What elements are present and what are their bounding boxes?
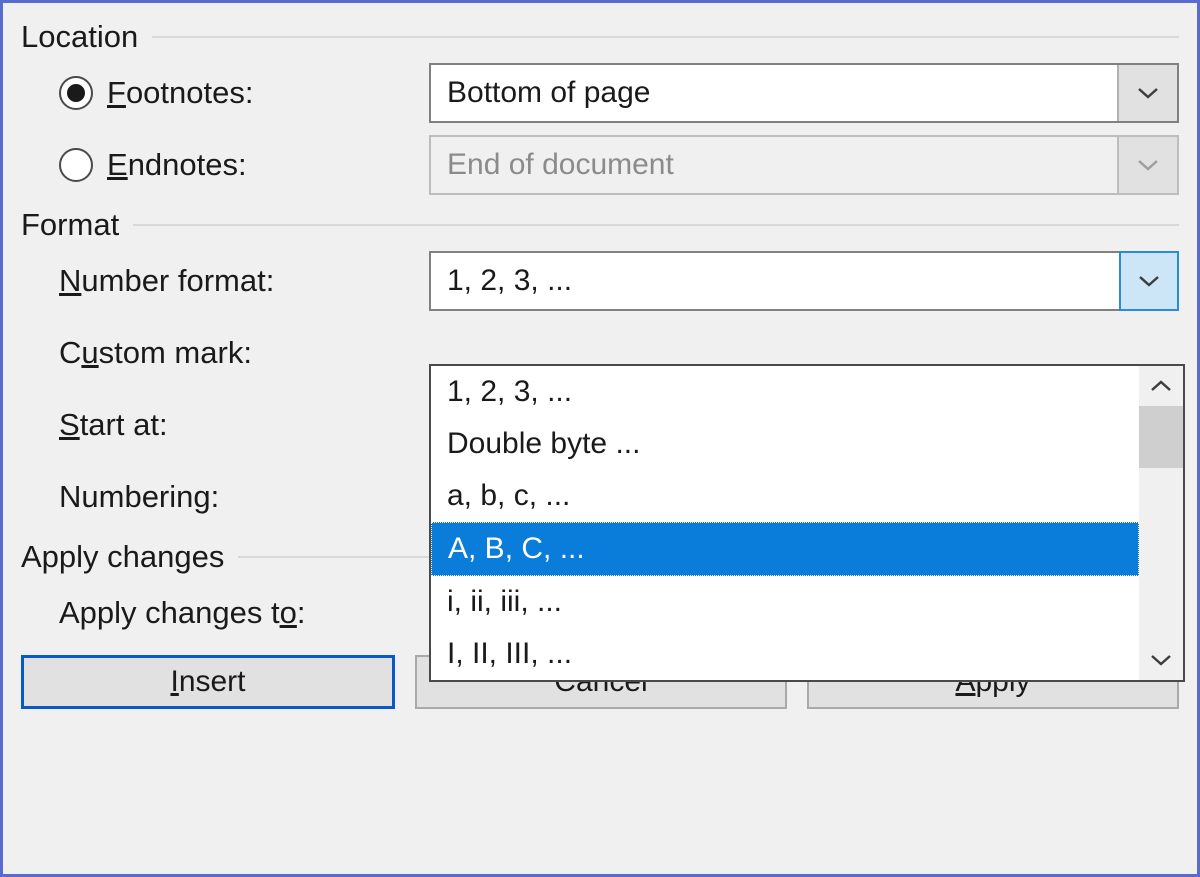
- section-format-label: Format: [21, 207, 133, 243]
- endnotes-label: Endnotes:: [107, 147, 247, 183]
- number-format-label: Number format:: [59, 263, 274, 299]
- endnotes-location-combo: End of document: [429, 135, 1179, 195]
- footnote-endnote-dialog: Location Footnotes: Bottom of page Endno…: [0, 0, 1200, 877]
- number-format-row: Number format: 1, 2, 3, ...: [21, 251, 1179, 311]
- section-location-label: Location: [21, 19, 152, 55]
- scroll-track[interactable]: [1139, 468, 1183, 640]
- chevron-down-icon[interactable]: [1119, 251, 1179, 311]
- dropdown-item[interactable]: i, ii, iii, ...: [431, 576, 1139, 628]
- endnotes-row: Endnotes: End of document: [21, 135, 1179, 195]
- footnotes-label: Footnotes:: [107, 75, 253, 111]
- section-location: Location: [21, 19, 1179, 55]
- divider: [133, 224, 1179, 226]
- footnotes-radio[interactable]: [59, 76, 93, 110]
- insert-button[interactable]: Insert: [21, 655, 395, 709]
- dropdown-item[interactable]: 1, 2, 3, ...: [431, 366, 1139, 418]
- dropdown-scrollbar[interactable]: [1139, 366, 1183, 680]
- chevron-down-icon[interactable]: [1117, 65, 1177, 121]
- start-at-label: Start at:: [59, 407, 168, 443]
- number-format-combo[interactable]: 1, 2, 3, ...: [429, 251, 1179, 311]
- dropdown-item[interactable]: a, b, c, ...: [431, 470, 1139, 522]
- endnotes-radio[interactable]: [59, 148, 93, 182]
- custom-mark-label: Custom mark:: [59, 335, 252, 371]
- footnotes-row: Footnotes: Bottom of page: [21, 63, 1179, 123]
- scroll-up-icon[interactable]: [1139, 366, 1183, 406]
- dropdown-item[interactable]: Double byte ...: [431, 418, 1139, 470]
- dropdown-item[interactable]: I, II, III, ...: [431, 628, 1139, 680]
- divider: [152, 36, 1179, 38]
- chevron-down-icon: [1117, 137, 1177, 193]
- section-apply-label: Apply changes: [21, 539, 238, 575]
- scroll-thumb[interactable]: [1139, 406, 1183, 468]
- numbering-label: Numbering:: [59, 479, 219, 515]
- scroll-down-icon[interactable]: [1139, 640, 1183, 680]
- number-format-value: 1, 2, 3, ...: [431, 253, 1121, 309]
- radio-dot-icon: [67, 84, 85, 102]
- endnotes-location-value: End of document: [431, 137, 1117, 193]
- dropdown-list: 1, 2, 3, ... Double byte ... a, b, c, ..…: [431, 366, 1139, 680]
- section-format: Format: [21, 207, 1179, 243]
- apply-changes-label: Apply changes to:: [59, 595, 305, 631]
- number-format-dropdown[interactable]: 1, 2, 3, ... Double byte ... a, b, c, ..…: [429, 364, 1185, 682]
- dropdown-item-selected[interactable]: A, B, C, ...: [431, 522, 1139, 576]
- footnotes-location-value: Bottom of page: [431, 65, 1117, 121]
- footnotes-location-combo[interactable]: Bottom of page: [429, 63, 1179, 123]
